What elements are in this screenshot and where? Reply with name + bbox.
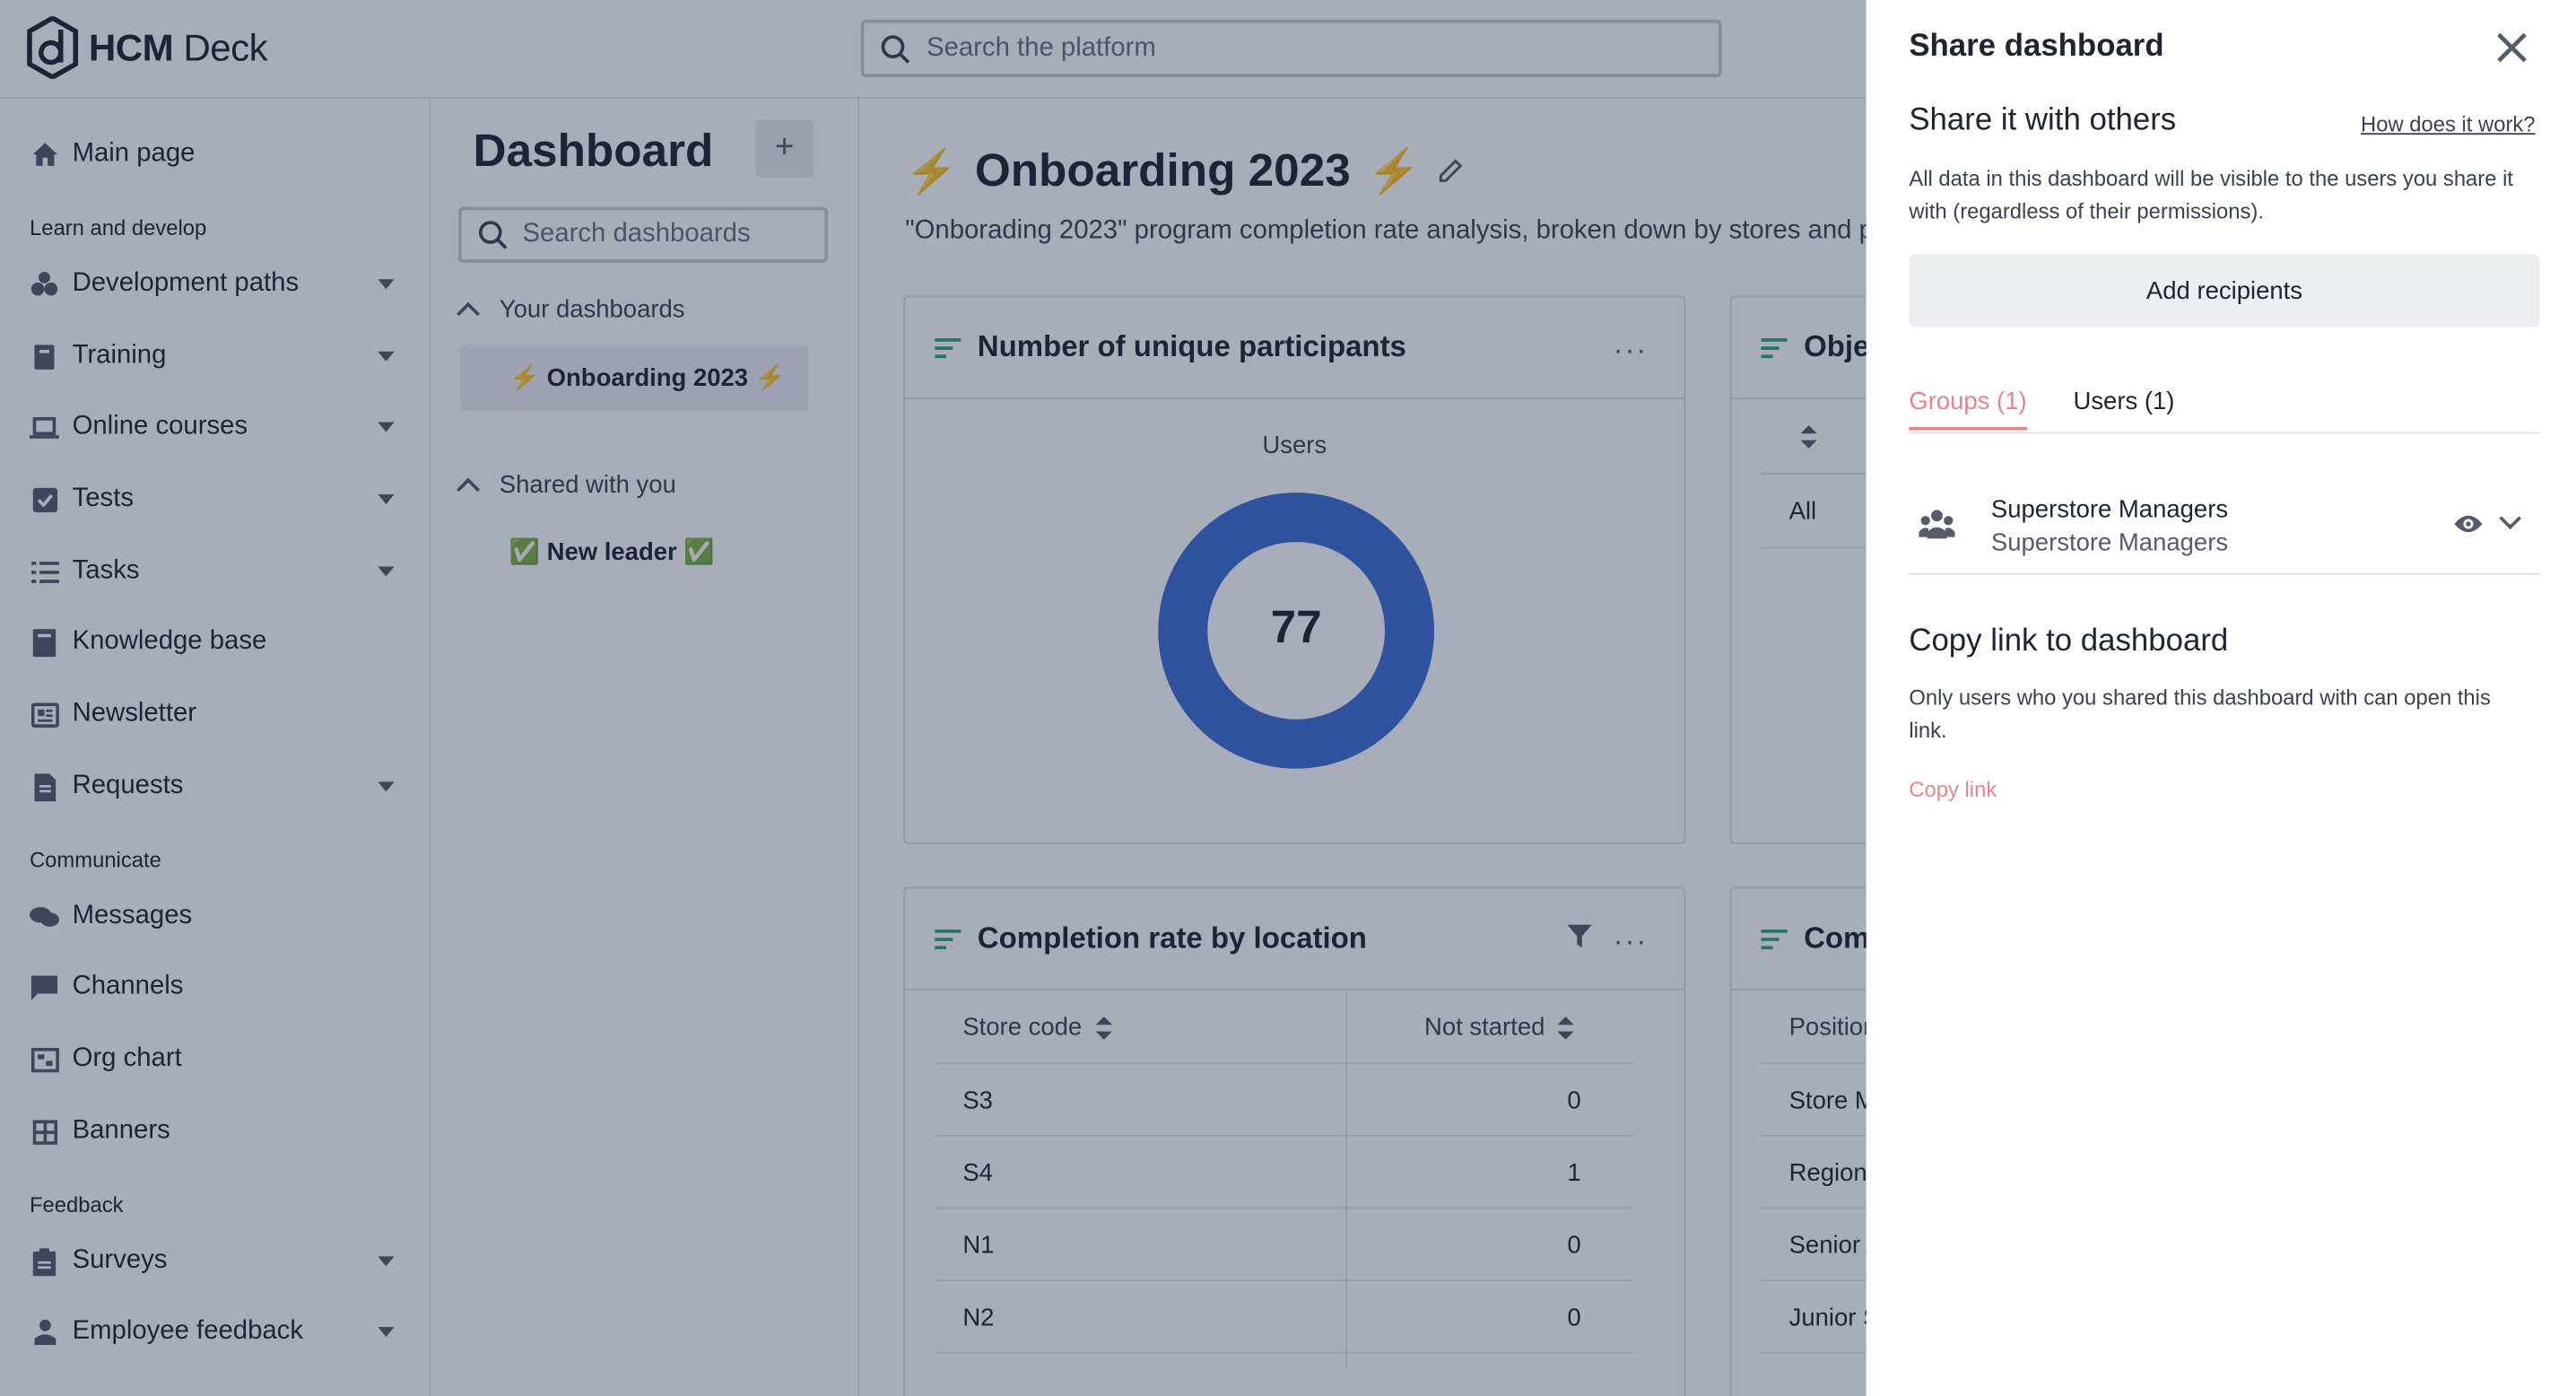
tab-users[interactable]: Users (1) [2073,388,2174,427]
app-canvas: HCM Deck Main page Learn and develop Dev… [0,0,2576,1396]
copy-link-title: Copy link to dashboard [1909,624,2229,659]
chevron-down-icon[interactable] [2497,512,2523,532]
share-note: All data in this dashboard will be visib… [1909,165,2514,223]
group-description: Superstore Managers [1990,528,2229,557]
share-dashboard-drawer: Share dashboard Share it with others How… [1866,0,2576,1396]
recipient-group-row: Superstore Managers Superstore Managers [1909,476,2540,575]
add-recipients-button[interactable]: Add recipients [1909,254,2540,327]
tab-groups[interactable]: Groups (1) [1909,388,2027,431]
modal-backdrop[interactable] [0,0,1867,1396]
close-icon[interactable] [2493,30,2529,65]
copy-link-note: Only users who you shared this dashboard… [1909,685,2491,743]
eye-icon[interactable] [2453,512,2485,536]
group-icon [1919,510,1955,539]
share-subtitle: Share it with others [1909,103,2177,138]
group-name: Superstore Managers [1990,495,2229,524]
copy-link-button[interactable]: Copy link [1909,777,1997,801]
recipient-tabs: Groups (1) Users (1) [1909,388,2540,434]
drawer-title: Share dashboard [1909,29,2164,65]
how-does-it-work-link[interactable]: How does it work? [2361,111,2536,135]
